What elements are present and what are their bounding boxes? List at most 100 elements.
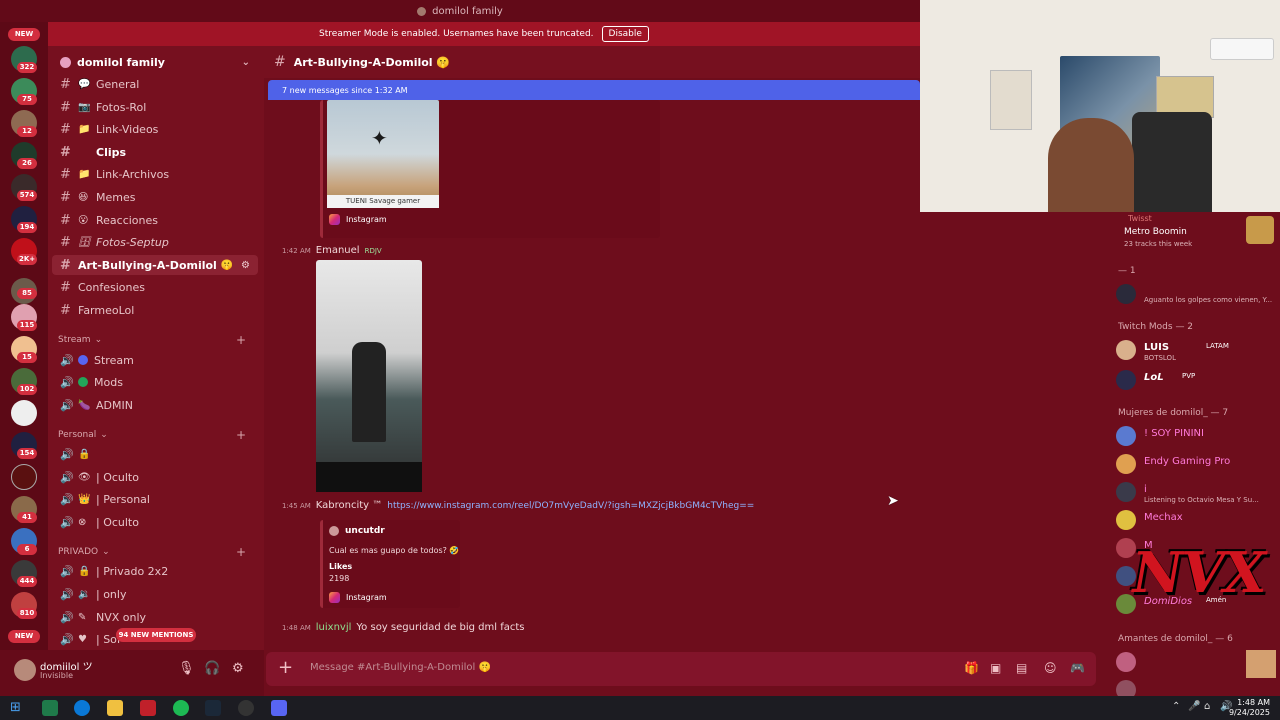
server-icon[interactable] [11, 400, 37, 426]
voice-nvx-only[interactable]: 🔊 ✎ NVX only [52, 607, 258, 627]
embed-provider[interactable]: Instagram [329, 214, 387, 225]
author-name[interactable]: Kabroncity ™ [316, 500, 383, 511]
category-personal[interactable]: Personal ⌄ + [58, 428, 254, 442]
server-badge: 444 [17, 576, 37, 587]
lock-icon: 🔒 [78, 448, 91, 460]
channel-fotos-rol[interactable]: # 📷 Fotos-Rol [52, 97, 258, 117]
new-messages-bar[interactable]: 7 new messages since 1:32 AM [268, 80, 920, 100]
member-row[interactable]: LUIS LATAM BOTSLOL [1116, 338, 1276, 362]
member-name: Mechax [1144, 512, 1183, 523]
emoji-icon[interactable]: ☺ [1044, 661, 1057, 675]
apps-icon[interactable]: 🎮 [1070, 661, 1085, 675]
message-link[interactable]: https://www.instagram.com/reel/DO7mVyeDa… [387, 501, 754, 511]
clock[interactable]: 1:48 AM 9/24/2025 [1229, 698, 1270, 718]
server-badge: 810 [17, 608, 37, 619]
member-name: LoL [1144, 372, 1164, 383]
category-stream[interactable]: Stream ⌄ + [58, 333, 254, 347]
avatar [329, 526, 339, 536]
settings-gear-icon[interactable]: ⚙ [241, 260, 250, 271]
embed-image[interactable]: ✦ TUENI Savage gamer [327, 100, 439, 208]
member-row[interactable]: LoL PVP [1116, 368, 1276, 392]
voice-only[interactable]: 🔊 🔉 | only [52, 584, 258, 604]
member-sub: 23 tracks this week [1124, 240, 1193, 248]
chair-image [1132, 112, 1212, 212]
add-channel-icon[interactable]: + [236, 333, 246, 347]
new-pill-bottom[interactable]: NEW [8, 630, 40, 643]
channel-label: Fotos-Septup [96, 235, 169, 249]
author-name[interactable]: Emanuel [316, 245, 360, 256]
server-icon[interactable] [11, 464, 37, 490]
add-channel-icon[interactable]: + [236, 545, 246, 559]
spotify-icon[interactable] [173, 700, 189, 716]
channel-confesiones[interactable]: # Confesiones [52, 277, 258, 297]
voice-stream[interactable]: 🔊 Stream [52, 350, 258, 370]
member-row[interactable]: i Listening to Octavio Mesa Y Su... [1116, 480, 1276, 504]
channel-link-archivos[interactable]: # 📁 Link-Archivos [52, 164, 258, 184]
embed-instagram: ✦ TUENI Savage gamer Instagram [320, 100, 660, 238]
mute-icon[interactable]: 🎙 [178, 661, 195, 676]
steam-icon[interactable] [205, 700, 221, 716]
chevron-down-icon: ⌄ [100, 430, 108, 440]
member-row[interactable]: Aguanto los golpes como vienen, Y... [1116, 282, 1276, 306]
channel-memes[interactable]: # 😆 Memes [52, 187, 258, 207]
channel-clips[interactable]: # Clips [52, 142, 258, 162]
member-row[interactable]: Twisst Metro Boomin 23 tracks this week [1116, 214, 1276, 248]
voice-oculto[interactable]: 🔊 👁 | Oculto [52, 467, 258, 487]
channel-label: Link-Archivos [96, 167, 170, 181]
composer-placeholder[interactable]: Message #Art-Bullying-A-Domilol 🤫 [310, 662, 491, 673]
add-attachment-icon[interactable]: + [278, 657, 293, 678]
microphone-icon[interactable]: 🎤 [1188, 701, 1200, 712]
channel-emoji: 😮 [78, 214, 89, 226]
author-name[interactable]: luixnvjl [316, 622, 352, 633]
voice-label: Mods [94, 375, 123, 389]
category-privado[interactable]: PRIVADO ⌄ + [58, 545, 254, 559]
server-badge: 41 [17, 512, 37, 523]
channel-reacciones[interactable]: # 😮 Reacciones [52, 210, 258, 230]
voice-personal[interactable]: 🔊 👑 | Personal [52, 489, 258, 509]
network-icon[interactable]: ⌂ [1204, 701, 1210, 712]
member-row[interactable]: Mechax [1116, 508, 1276, 532]
channel-emoji: 📁 [78, 168, 91, 180]
channel-label: Art-Bullying-A-Domilol [78, 258, 217, 272]
gif-icon[interactable]: ▣ [990, 661, 1001, 675]
app-icon[interactable] [140, 700, 156, 716]
add-channel-icon[interactable]: + [236, 428, 246, 442]
gift-icon[interactable]: 🎁 [964, 661, 979, 675]
discord-icon[interactable] [271, 700, 287, 716]
deafen-icon[interactable]: 🎧 [204, 661, 220, 676]
voice-locked[interactable]: 🔊 🔒 [52, 444, 258, 464]
chevron-up-icon[interactable]: ⌃ [1172, 701, 1180, 712]
new-pill-top[interactable]: NEW [8, 28, 40, 41]
member-row[interactable] [1116, 650, 1276, 678]
edge-icon[interactable] [74, 700, 90, 716]
hash-icon: # [60, 279, 71, 295]
embed-provider[interactable]: Instagram [329, 592, 387, 603]
chevron-down-icon: ⌄ [241, 56, 250, 68]
windows-start-icon[interactable]: ⊞ [10, 700, 26, 716]
channel-general[interactable]: # 💬 General [52, 74, 258, 94]
member-row[interactable]: Endy Gaming Pro [1116, 452, 1276, 476]
voice-admin[interactable]: 🔊 🍆 ADMIN [52, 395, 258, 415]
channel-farmeolol[interactable]: # FarmeoLol [52, 300, 258, 320]
channel-link-videos[interactable]: # 📁 Link-Videos [52, 119, 258, 139]
avatar[interactable] [14, 659, 36, 681]
new-mentions-pill[interactable]: 94 NEW MENTIONS [116, 628, 196, 642]
lock-icon: 🔒 [78, 565, 91, 577]
member-row[interactable]: ! SOY PININI [1116, 424, 1276, 448]
file-explorer-icon[interactable] [107, 700, 123, 716]
server-badge: 322 [17, 62, 37, 73]
message-composer[interactable]: + Message #Art-Bullying-A-Domilol 🤫 🎁 ▣ … [266, 652, 1096, 686]
obs-icon[interactable] [238, 700, 254, 716]
voice-privado-2x2[interactable]: 🔊 🔒 | Privado 2x2 [52, 561, 258, 581]
channel-art-bullying[interactable]: # Art-Bullying-A-Domilol 🤫 ⚙ [52, 255, 258, 275]
member-row[interactable] [1116, 678, 1276, 696]
voice-oculto-2[interactable]: 🔊 ⊗ | Oculto [52, 512, 258, 532]
channel-fotos-septup[interactable]: # 🗄 Fotos-Septup [52, 232, 258, 252]
settings-icon[interactable]: ⚙ [232, 661, 244, 676]
video-attachment[interactable] [316, 260, 422, 492]
voice-mods[interactable]: 🔊 Mods [52, 372, 258, 392]
terminal-icon[interactable] [42, 700, 58, 716]
sticker-icon[interactable]: ▤ [1016, 661, 1027, 675]
disable-button[interactable]: Disable [601, 26, 649, 42]
embed-author[interactable]: uncutdr [329, 526, 385, 536]
